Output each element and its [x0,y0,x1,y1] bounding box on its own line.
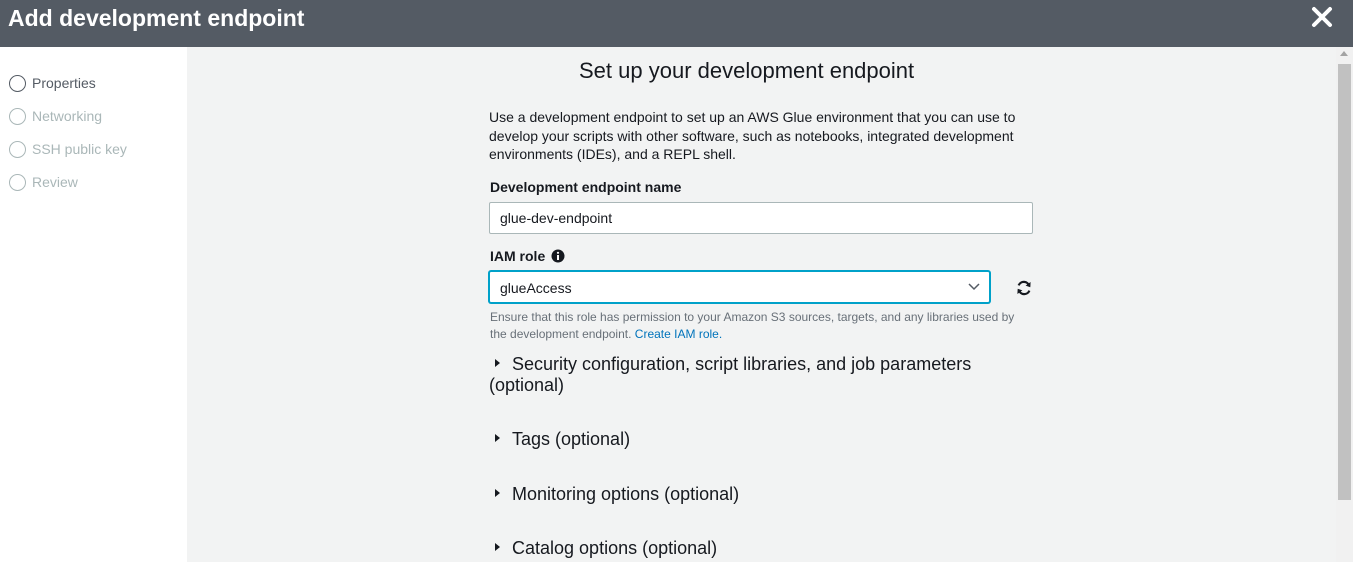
step-label: SSH public key [32,141,127,157]
scrollbar-thumb[interactable] [1338,64,1351,500]
step-circle-icon [9,173,26,191]
section-monitoring-options[interactable]: Monitoring options (optional) [489,484,1009,505]
section-label: Catalog options (optional) [512,538,718,558]
modal-header: Add development endpoint [0,0,1353,47]
section-label: Tags (optional) [512,429,631,449]
caret-right-icon [495,359,500,367]
wizard-sidebar: Properties Networking SSH public key Rev… [0,47,187,562]
step-circle-icon [9,107,26,125]
iam-role-select[interactable]: glueAccess [489,271,990,303]
create-iam-role-link[interactable]: Create IAM role. [635,327,722,341]
section-label: Monitoring options (optional) [512,484,740,504]
step-label: Review [32,174,78,190]
scroll-up-icon[interactable] [1340,51,1348,56]
step-circle-icon [9,74,26,92]
iam-role-selected-value: glueAccess [500,280,572,296]
step-networking[interactable]: Networking [9,106,102,126]
iam-role-hint-text: Ensure that this role has permission to … [490,310,1015,341]
caret-right-icon [495,543,500,551]
iam-role-label: IAM role [490,248,546,264]
iam-role-label-row: IAM role [490,248,565,266]
endpoint-name-label: Development endpoint name [490,179,682,195]
section-label: Security configuration, script libraries… [489,354,972,395]
close-button[interactable] [1310,5,1334,29]
endpoint-name-input[interactable] [489,202,1033,234]
step-label: Properties [32,75,96,91]
caret-right-icon [495,434,500,442]
close-icon [1312,7,1332,27]
modal-title: Add development endpoint [8,5,305,31]
page-title: Set up your development endpoint [579,58,915,83]
iam-role-hint: Ensure that this role has permission to … [490,309,1030,343]
step-circle-icon [9,140,26,158]
section-tags[interactable]: Tags (optional) [489,429,1009,450]
refresh-icon [1017,280,1031,296]
caret-right-icon [495,489,500,497]
section-security-configuration[interactable]: Security configuration, script libraries… [489,354,1009,396]
step-review[interactable]: Review [9,172,78,192]
step-ssh-public-key[interactable]: SSH public key [9,139,127,159]
info-icon[interactable] [551,249,565,266]
step-properties[interactable]: Properties [9,73,96,93]
intro-text: Use a development endpoint to set up an … [489,109,1016,162]
vertical-scrollbar[interactable] [1336,47,1353,562]
section-catalog-options[interactable]: Catalog options (optional) [489,538,1009,559]
refresh-button[interactable] [1015,279,1033,297]
chevron-down-icon [968,283,980,291]
step-label: Networking [32,108,103,124]
